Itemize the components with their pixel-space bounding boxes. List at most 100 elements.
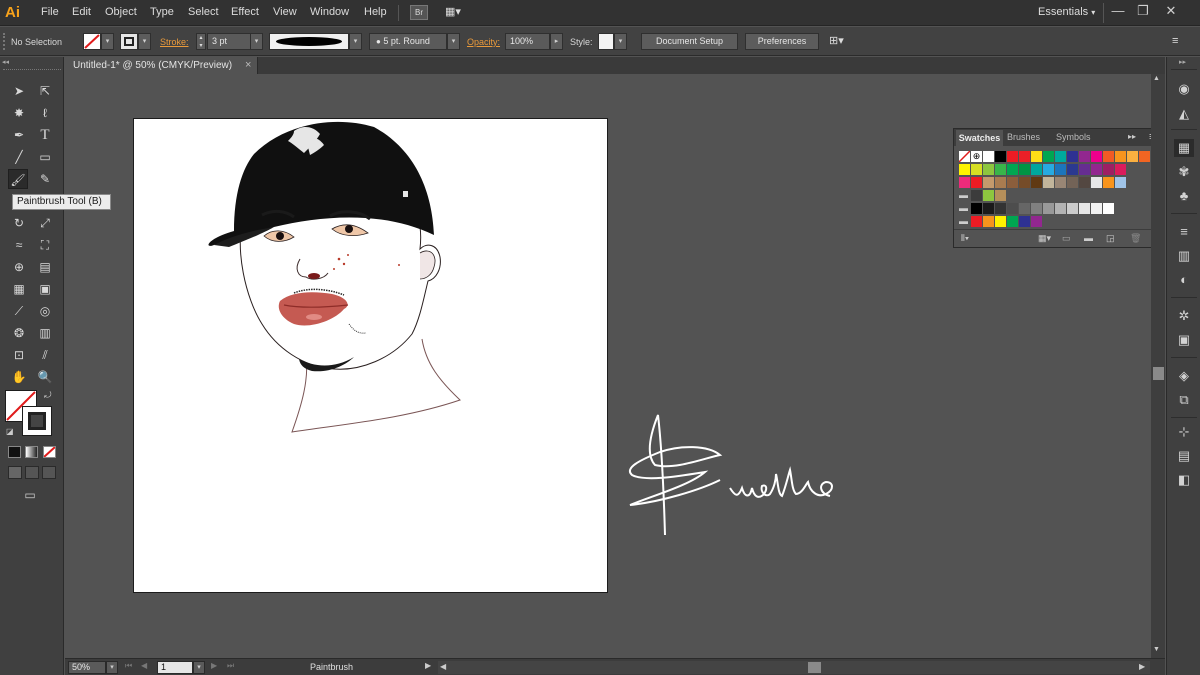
- swatch[interactable]: [1067, 151, 1078, 162]
- scroll-up-icon[interactable]: ▲: [1153, 75, 1160, 82]
- swatch[interactable]: [995, 190, 1006, 201]
- symbols-icon[interactable]: ♣: [1174, 187, 1194, 205]
- swatch[interactable]: [1103, 164, 1114, 175]
- blend-tool-icon[interactable]: ◎: [35, 301, 55, 321]
- graphic-style-swatch[interactable]: [598, 33, 614, 50]
- last-artboard-icon[interactable]: ⏭: [227, 661, 234, 671]
- delete-swatch-icon[interactable]: 🗑: [1130, 233, 1141, 244]
- color-mode-icon[interactable]: [8, 446, 21, 458]
- stroke-label[interactable]: Stroke:: [160, 37, 189, 47]
- swatch[interactable]: [1091, 203, 1102, 214]
- paintbrush-tool-icon[interactable]: 🖌: [8, 169, 28, 189]
- artboards-icon[interactable]: ⧉: [1174, 391, 1194, 409]
- swatch[interactable]: [1103, 151, 1114, 162]
- swatch[interactable]: [971, 216, 982, 227]
- color-icon[interactable]: ◭: [1174, 105, 1194, 123]
- minimize-button[interactable]: —: [1107, 2, 1129, 20]
- first-artboard-icon[interactable]: ⏮: [125, 661, 132, 671]
- menu-effect[interactable]: Effect: [231, 6, 259, 18]
- graph-tool-icon[interactable]: ▥: [35, 323, 55, 343]
- swatch[interactable]: [971, 177, 982, 188]
- slice-tool-icon[interactable]: ⫽: [35, 345, 55, 365]
- swatch[interactable]: [1127, 151, 1138, 162]
- swatch[interactable]: [1079, 151, 1090, 162]
- transform-icon[interactable]: ⊹: [1174, 423, 1194, 441]
- draw-normal-icon[interactable]: [8, 466, 22, 479]
- draw-inside-icon[interactable]: [42, 466, 56, 479]
- workspace-switcher[interactable]: Essentials ▾: [1038, 6, 1095, 18]
- new-swatch-icon[interactable]: ◲: [1106, 233, 1115, 244]
- control-panel-menu-icon[interactable]: ≡: [1172, 34, 1192, 49]
- vertical-scrollbar[interactable]: ▲ ▼: [1151, 74, 1165, 658]
- graphic-styles-icon[interactable]: ▣: [1174, 331, 1194, 349]
- swatch[interactable]: [983, 190, 994, 201]
- swatch[interactable]: [1031, 177, 1042, 188]
- swatch[interactable]: [1043, 164, 1054, 175]
- swatch[interactable]: [1031, 203, 1042, 214]
- swatch[interactable]: [1007, 151, 1018, 162]
- width-profile-dropdown[interactable]: ▾: [349, 33, 362, 50]
- lasso-tool-icon[interactable]: ℓ: [35, 103, 55, 123]
- rotate-tool-icon[interactable]: ↻: [9, 213, 29, 233]
- swatches-dock-icon[interactable]: ▦: [1174, 139, 1194, 157]
- none-swatch-icon[interactable]: [958, 150, 971, 163]
- gradient-mode-icon[interactable]: [25, 446, 38, 458]
- swatch[interactable]: [959, 177, 970, 188]
- swatch[interactable]: [983, 177, 994, 188]
- menu-select[interactable]: Select: [188, 6, 219, 18]
- tools-collapse-icon[interactable]: ◂◂: [2, 58, 62, 66]
- swatch[interactable]: [971, 203, 982, 214]
- opacity-label[interactable]: Opacity:: [467, 37, 500, 47]
- arrange-documents-icon[interactable]: ▦▾: [445, 5, 469, 20]
- swatch[interactable]: [1079, 203, 1090, 214]
- swatch[interactable]: [1079, 177, 1090, 188]
- close-tab-icon[interactable]: ×: [245, 59, 251, 71]
- swatch[interactable]: [995, 164, 1006, 175]
- swatch[interactable]: [1067, 164, 1078, 175]
- color-group-folder-icon[interactable]: ▬: [959, 203, 970, 214]
- scroll-down-icon[interactable]: ▼: [1153, 646, 1160, 653]
- swatch[interactable]: [971, 190, 982, 201]
- swatch[interactable]: [971, 164, 982, 175]
- direct-selection-tool-icon[interactable]: ⇱: [35, 81, 55, 101]
- preferences-button[interactable]: Preferences: [745, 33, 819, 50]
- tab-brushes[interactable]: Brushes: [1007, 132, 1040, 142]
- selection-tool-icon[interactable]: ➤: [9, 81, 29, 101]
- swatch[interactable]: [1067, 203, 1078, 214]
- shape-builder-tool-icon[interactable]: ⊕: [9, 257, 29, 277]
- stroke-stepper[interactable]: ▴ ▾: [196, 33, 206, 50]
- next-artboard-icon[interactable]: ▶: [211, 661, 217, 670]
- swatch[interactable]: [1019, 216, 1030, 227]
- pathfinder-icon[interactable]: ◧: [1174, 471, 1194, 489]
- swatch[interactable]: [1031, 164, 1042, 175]
- swatch[interactable]: [1019, 151, 1030, 162]
- swatch[interactable]: [1007, 177, 1018, 188]
- restore-button[interactable]: ❐: [1132, 2, 1154, 20]
- menu-edit[interactable]: Edit: [72, 6, 91, 18]
- tab-swatches[interactable]: Swatches: [956, 130, 1003, 146]
- stroke-weight-dropdown[interactable]: ▾: [250, 33, 263, 50]
- default-colors-icon[interactable]: ◪: [6, 427, 16, 437]
- swatch[interactable]: [1103, 177, 1114, 188]
- appearance-icon[interactable]: ✲: [1174, 307, 1194, 325]
- transparency-icon[interactable]: ◐: [1174, 271, 1194, 289]
- symbol-sprayer-tool-icon[interactable]: ❂: [9, 323, 29, 343]
- show-swatch-kinds-icon[interactable]: ▦▾: [1038, 233, 1051, 244]
- fill-swatch[interactable]: [83, 33, 101, 50]
- scale-tool-icon[interactable]: ⤢: [35, 213, 55, 233]
- artboard-number-field[interactable]: 1: [157, 661, 193, 674]
- status-menu-icon[interactable]: ▶: [425, 661, 431, 670]
- registration-swatch-icon[interactable]: ⊕: [971, 151, 982, 162]
- screen-mode-icon[interactable]: ▭: [19, 488, 41, 502]
- zoom-tool-icon[interactable]: 🔍: [35, 367, 55, 387]
- swatch[interactable]: [983, 151, 994, 162]
- pen-tool-icon[interactable]: ✒: [9, 125, 29, 145]
- swatch[interactable]: [1091, 164, 1102, 175]
- variable-width-profile[interactable]: [269, 33, 349, 50]
- swatch[interactable]: [1067, 177, 1078, 188]
- document-setup-button[interactable]: Document Setup: [641, 33, 738, 50]
- pencil-tool-icon[interactable]: ✎: [35, 169, 55, 189]
- rectangle-tool-icon[interactable]: ▭: [35, 147, 55, 167]
- menu-file[interactable]: File: [41, 6, 59, 18]
- horizontal-scrollbar[interactable]: ◀ ▶: [438, 661, 1150, 674]
